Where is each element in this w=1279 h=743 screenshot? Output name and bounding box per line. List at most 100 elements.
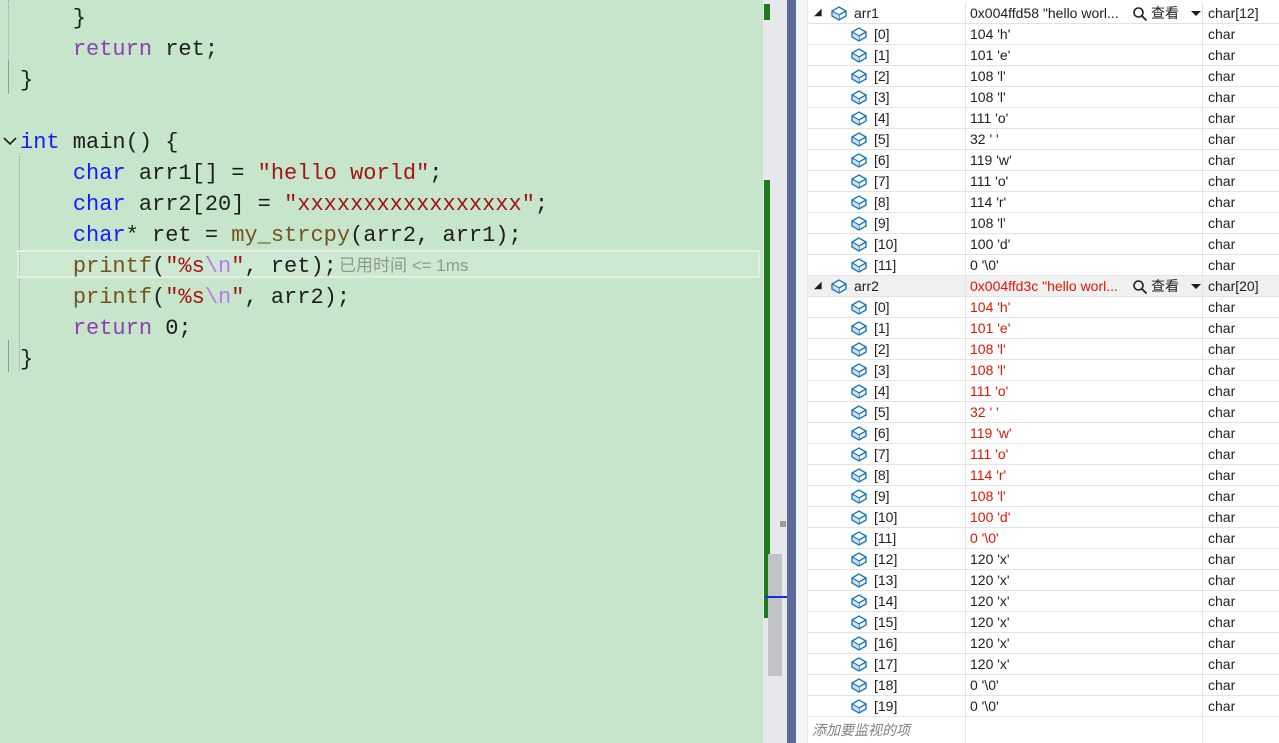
name-cell[interactable]: [10] — [808, 234, 966, 254]
value-cell[interactable]: 104 'h' — [966, 24, 1203, 44]
type-cell[interactable]: char — [1204, 633, 1279, 653]
type-cell[interactable]: char — [1204, 528, 1279, 548]
name-cell[interactable]: [7] — [808, 171, 966, 191]
value-cell[interactable]: 0 '\0' — [966, 528, 1203, 548]
type-cell[interactable]: char — [1204, 255, 1279, 275]
type-cell[interactable]: char — [1204, 318, 1279, 338]
name-cell[interactable]: [6] — [808, 423, 966, 443]
value-cell[interactable]: 0x004ffd58 "hello worl... 查看 — [966, 3, 1203, 23]
code-line[interactable]: char arr1[] = "hello world"; — [20, 158, 763, 189]
value-cell[interactable]: 119 'w' — [966, 423, 1203, 443]
value-cell[interactable]: 108 'l' — [966, 66, 1203, 86]
watch-row-element[interactable]: [11] 0 '\0' char — [808, 528, 1279, 549]
value-cell[interactable]: 0 '\0' — [966, 696, 1203, 716]
type-cell[interactable]: char — [1204, 381, 1279, 401]
type-cell[interactable]: char — [1204, 234, 1279, 254]
name-cell[interactable]: [4] — [808, 108, 966, 128]
value-cell[interactable]: 0x004ffd3c "hello worl... 查看 — [966, 276, 1203, 296]
type-cell[interactable]: char — [1204, 297, 1279, 317]
value-cell[interactable]: 120 'x' — [966, 570, 1203, 590]
watch-row-element[interactable]: [1] 101 'e' char — [808, 318, 1279, 339]
type-cell[interactable]: char — [1204, 654, 1279, 674]
watch-row-element[interactable]: [16] 120 'x' char — [808, 633, 1279, 654]
type-cell[interactable]: char — [1204, 444, 1279, 464]
watch-row-element[interactable]: [18] 0 '\0' char — [808, 675, 1279, 696]
type-cell[interactable]: char — [1204, 360, 1279, 380]
value-cell[interactable]: 120 'x' — [966, 633, 1203, 653]
code-line[interactable]: char arr2[20] = "xxxxxxxxxxxxxxxxx"; — [20, 189, 763, 220]
type-cell[interactable]: char — [1204, 24, 1279, 44]
name-cell[interactable]: [0] — [808, 24, 966, 44]
type-cell[interactable]: char — [1204, 129, 1279, 149]
value-cell[interactable]: 0 '\0' — [966, 675, 1203, 695]
watch-row-variable[interactable]: ◢ arr2 0x004ffd3c "hello worl... 查看 char[20] — [808, 276, 1279, 297]
name-cell[interactable]: [15] — [808, 612, 966, 632]
value-cell[interactable]: 100 'd' — [966, 234, 1203, 254]
value-cell[interactable]: 120 'x' — [966, 654, 1203, 674]
value-cell[interactable]: 101 'e' — [966, 318, 1203, 338]
code-line[interactable]: return ret; — [20, 34, 763, 65]
type-cell[interactable]: char — [1204, 696, 1279, 716]
value-cell[interactable]: 104 'h' — [966, 297, 1203, 317]
value-cell[interactable]: 32 ' ' — [966, 402, 1203, 422]
code-line[interactable]: int main() { — [20, 127, 763, 158]
name-cell[interactable]: [17] — [808, 654, 966, 674]
name-cell[interactable]: [18] — [808, 675, 966, 695]
code-line[interactable]: } — [20, 65, 763, 96]
watch-row-element[interactable]: [4] 111 'o' char — [808, 381, 1279, 402]
watch-row-element[interactable]: [8] 114 'r' char — [808, 192, 1279, 213]
name-cell[interactable]: [19] — [808, 696, 966, 716]
name-cell[interactable]: [5] — [808, 129, 966, 149]
name-cell[interactable]: [14] — [808, 591, 966, 611]
value-cell[interactable]: 32 ' ' — [966, 129, 1203, 149]
value-cell[interactable]: 120 'x' — [966, 612, 1203, 632]
name-cell[interactable]: [1] — [808, 45, 966, 65]
perf-tip[interactable]: 已用时间 <= 1ms — [339, 252, 468, 280]
watch-row-element[interactable]: [3] 108 'l' char — [808, 360, 1279, 381]
visualizer-view-button[interactable]: 查看 — [1132, 3, 1202, 23]
value-cell[interactable]: 111 'o' — [966, 108, 1203, 128]
watch-row-element[interactable]: [14] 120 'x' char — [808, 591, 1279, 612]
type-cell[interactable]: char — [1204, 171, 1279, 191]
code-line[interactable] — [20, 96, 763, 127]
add-watch-row[interactable]: 添加要监视的项 — [808, 717, 1279, 743]
add-watch-placeholder[interactable]: 添加要监视的项 — [812, 719, 910, 741]
value-cell[interactable]: 108 'l' — [966, 213, 1203, 233]
watch-row-element[interactable]: [2] 108 'l' char — [808, 66, 1279, 87]
name-cell[interactable]: [9] — [808, 213, 966, 233]
value-cell[interactable]: 120 'x' — [966, 549, 1203, 569]
type-cell[interactable]: char — [1204, 213, 1279, 233]
value-cell[interactable]: 108 'l' — [966, 339, 1203, 359]
value-cell[interactable]: 114 'r' — [966, 192, 1203, 212]
type-cell[interactable]: char — [1204, 675, 1279, 695]
type-cell[interactable]: char — [1204, 192, 1279, 212]
value-cell[interactable]: 108 'l' — [966, 360, 1203, 380]
watch-row-element[interactable]: [3] 108 'l' char — [808, 87, 1279, 108]
expand-triangle-icon[interactable]: ◢ — [814, 7, 822, 19]
type-cell[interactable]: char — [1204, 591, 1279, 611]
code-editor[interactable]: } return ret;} int main() { char arr1[] =… — [0, 0, 763, 743]
watch-row-element[interactable]: [7] 111 'o' char — [808, 444, 1279, 465]
watch-row-element[interactable]: [5] 32 ' ' char — [808, 402, 1279, 423]
type-cell[interactable]: char — [1204, 402, 1279, 422]
value-cell[interactable]: 101 'e' — [966, 45, 1203, 65]
code-line[interactable]: return 0; — [20, 313, 763, 344]
value-cell[interactable]: 120 'x' — [966, 591, 1203, 611]
watch-row-element[interactable]: [11] 0 '\0' char — [808, 255, 1279, 276]
type-cell[interactable]: char — [1204, 339, 1279, 359]
name-cell[interactable]: [5] — [808, 402, 966, 422]
value-cell[interactable]: 114 'r' — [966, 465, 1203, 485]
type-cell[interactable]: char — [1204, 108, 1279, 128]
name-cell[interactable]: ◢ arr2 — [808, 276, 966, 296]
visualizer-view-button[interactable]: 查看 — [1132, 276, 1202, 296]
type-cell[interactable]: char — [1204, 45, 1279, 65]
name-cell[interactable]: [2] — [808, 339, 966, 359]
value-cell[interactable]: 0 '\0' — [966, 255, 1203, 275]
watch-row-element[interactable]: [6] 119 'w' char — [808, 423, 1279, 444]
value-cell[interactable]: 108 'l' — [966, 486, 1203, 506]
name-cell[interactable]: [2] — [808, 66, 966, 86]
name-cell[interactable]: [11] — [808, 528, 966, 548]
watch-row-element[interactable]: [12] 120 'x' char — [808, 549, 1279, 570]
value-cell[interactable]: 111 'o' — [966, 381, 1203, 401]
dropdown-arrow-icon[interactable] — [1191, 284, 1201, 289]
